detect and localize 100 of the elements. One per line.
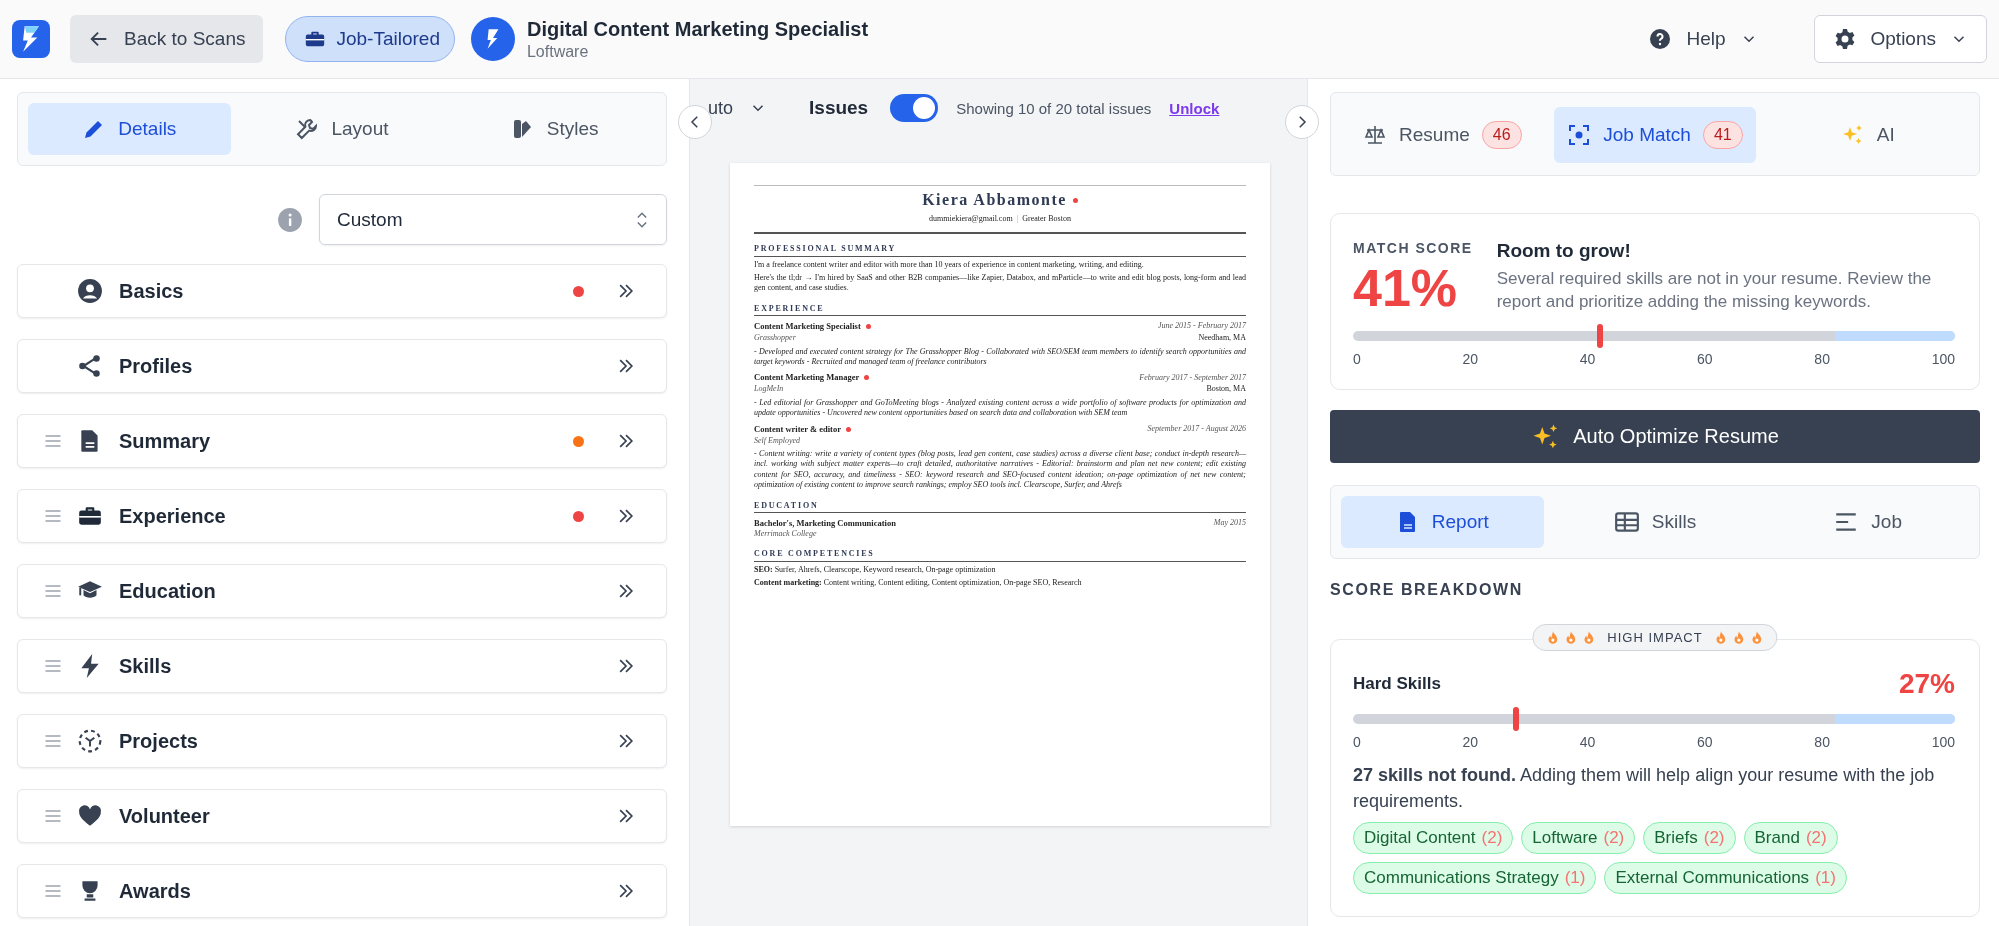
skills-summary: 27 skills not found. Adding them will help align your resume with the job requirements. [1353,764,1936,814]
axis-tick-label: 40 [1579,734,1596,751]
resume-name: Kiera Abbamonte [922,190,1067,210]
degree-title: Bachelor's, Marketing Communication [754,517,896,529]
axis-tick-label: 100 [1931,351,1955,368]
skill-tag[interactable]: External Communications (1) [1604,862,1847,895]
section-item[interactable]: Awards [17,864,667,918]
zoom-select[interactable]: uto [708,97,768,119]
tab[interactable]: Details [28,103,231,155]
section-heading: PROFESSIONAL SUMMARY [754,244,1246,257]
info-icon [277,206,303,233]
category-name: Hard Skills [1353,674,1441,695]
tab[interactable]: AI [1766,107,1969,163]
user-icon [77,278,103,304]
axis-tick-label: 20 [1462,734,1479,751]
axis-tick-label: 40 [1579,351,1596,368]
section-title: SCORE BREAKDOWN [1330,581,1524,600]
section-heading: EDUCATION [754,500,1246,513]
section-item[interactable]: Volunteer [17,789,667,843]
tab[interactable]: Resume 46 [1341,107,1544,163]
axis-tick-label: 0 [1353,734,1361,751]
template-select[interactable]: Custom [319,194,667,245]
axis-tick-label: 100 [1931,734,1955,751]
dashed-cube-icon [77,728,103,754]
section-item[interactable]: Basics [17,264,667,318]
count-badge: 46 [1481,121,1522,149]
tab[interactable]: Styles [453,103,656,155]
match-score-value: 41% [1353,260,1459,318]
job-dates: June 2015 - February 2017 [1158,321,1246,332]
employer-name: Grasshopper [754,333,796,344]
auto-optimize-button[interactable]: Auto Optimize Resume [1330,410,1980,464]
job-location: Boston, MA [1206,384,1246,395]
axis-tick-label: 0 [1353,351,1361,368]
tools-icon [295,117,320,141]
help-menu-button[interactable]: Help [1642,26,1764,52]
skill-tag[interactable]: Digital Content (2) [1353,822,1514,855]
back-button[interactable]: Back to Scans [70,15,264,63]
axis-tick-label: 60 [1697,351,1713,368]
employer-name: Self Employed [754,435,800,446]
section-item[interactable]: Education [17,564,667,618]
job-role: Content writer & editor [754,423,841,435]
skill-tag[interactable]: Communications Strategy (1) [1353,862,1597,895]
issues-toggle[interactable] [890,94,939,122]
tab[interactable]: Job Match 41 [1553,107,1757,163]
job-tailored-button[interactable]: Job-Tailored [285,16,455,62]
score-heading: Room to grow! [1496,240,1632,262]
tab[interactable]: Report [1341,496,1544,549]
section-item[interactable]: Experience [17,489,667,543]
section-item[interactable]: Profiles [17,339,667,393]
job-role: Content Marketing Manager [754,372,860,384]
issues-label: Issues [809,97,869,119]
share-icon [77,353,103,379]
impact-badge: HIGH IMPACT [1532,624,1778,652]
section-item[interactable]: Projects [17,714,667,768]
job-description: - Led editorial for Grasshopper and GoToMeeting blogs - Analyzed existing content across a wide portfolio of software products for optimization and update opportunities - Uncovered new content opportunities based on search data and collaboration with SEM team [754,397,1246,419]
tab[interactable]: Job [1766,496,1969,549]
match-score-label: MATCH SCORE [1353,240,1473,256]
employer-name: LogMeIn [754,384,784,395]
graduation-date: May 2015 [1213,518,1246,529]
logo-icon[interactable] [12,20,50,58]
section-item[interactable]: Summary [17,414,667,468]
axis-tick-label: 80 [1814,351,1830,368]
company-logo [470,17,515,61]
category-score: 27% [1898,668,1955,701]
summary-paragraph: I'm a freelance content writer and editor with more than 10 years of experience in content marketing, writing, and editing. [754,259,1145,270]
job-role: Content Marketing Specialist [754,321,861,333]
options-menu-button[interactable]: Options [1813,15,1987,63]
section-heading: CORE COMPETENCIES [754,549,1246,562]
tab[interactable]: Skills [1553,496,1757,549]
company-name: Loftware [526,42,590,61]
competency-line: SEO: Surfer, Ahrefs, Clearscope, Keyword research, On-page optimization [754,564,997,576]
job-description: - Content writing: write a variety of content types (blog posts, lead gen content, case studies) across a diverse client base; conduct in-depth research—incl. working with subject matter experts—to craft detailed, authoritative narratives - Editorial: brainstorm and plan net new content; edit existing content for SEO, accuracy, and timeliness - SEO: keyword research and SEO-focused content ideation; on-page optimization of net new content; optimization of existing content to improve search rankings; employ SEO tools incl. Clearscope, Surfer, and Ahrefs [754,449,1246,491]
job-dates: February 2017 - September 2017 [1139,372,1246,384]
unlock-link[interactable]: Unlock [1169,99,1220,117]
focus-icon [1567,123,1592,147]
separator-mark: | [1016,213,1019,225]
skill-tag[interactable]: Brand (2) [1743,822,1838,855]
axis-tick-label: 20 [1462,351,1479,368]
skill-tag[interactable]: Briefs (2) [1643,822,1736,855]
job-location: Needham, MA [1198,333,1246,344]
school-name: Merrimack College [754,529,818,540]
skill-tag[interactable]: Loftware (2) [1521,822,1636,855]
contact-info: dummiekiera@gmail.com [929,213,1013,225]
job-description: - Developed and executed content strategy for The Grasshopper Blog - Collaborated with SEO/SEM team members to identify search opportunities and target keywords - Recruited and managed team of freelance contributors [754,346,1246,368]
contact-info: Greater Boston [1022,213,1071,225]
collapse-right-button[interactable] [1285,105,1319,139]
axis-tick-label: 60 [1697,734,1713,751]
summary-paragraph: Here's the tl;dr → I'm hired by SaaS and other B2B companies—like Zapier, Databox, and mParticle—to write and edit blog posts, long-form and lead gen content, and case studies. [754,272,1246,294]
job-title: Digital Content Marketing Specialist [526,17,869,41]
scale-icon [1363,123,1388,147]
score-message: Several required skills are not in your resume. Review the report and prioritize adding the missing keywords. [1496,268,1933,313]
section-heading: EXPERIENCE [754,303,1246,317]
axis-tick-label: 80 [1814,734,1830,751]
count-badge: 41 [1702,121,1743,149]
job-dates: September 2017 - August 2026 [1147,423,1246,435]
issues-count: Showing 10 of 20 total issues [956,99,1152,117]
tab[interactable]: Layout [240,103,444,155]
competency-line: Content marketing: Content writing, Content editing, Content optimization, On-page SEO, Research [754,578,1083,589]
section-item[interactable]: Skills [17,639,667,693]
help-icon [1648,27,1673,51]
